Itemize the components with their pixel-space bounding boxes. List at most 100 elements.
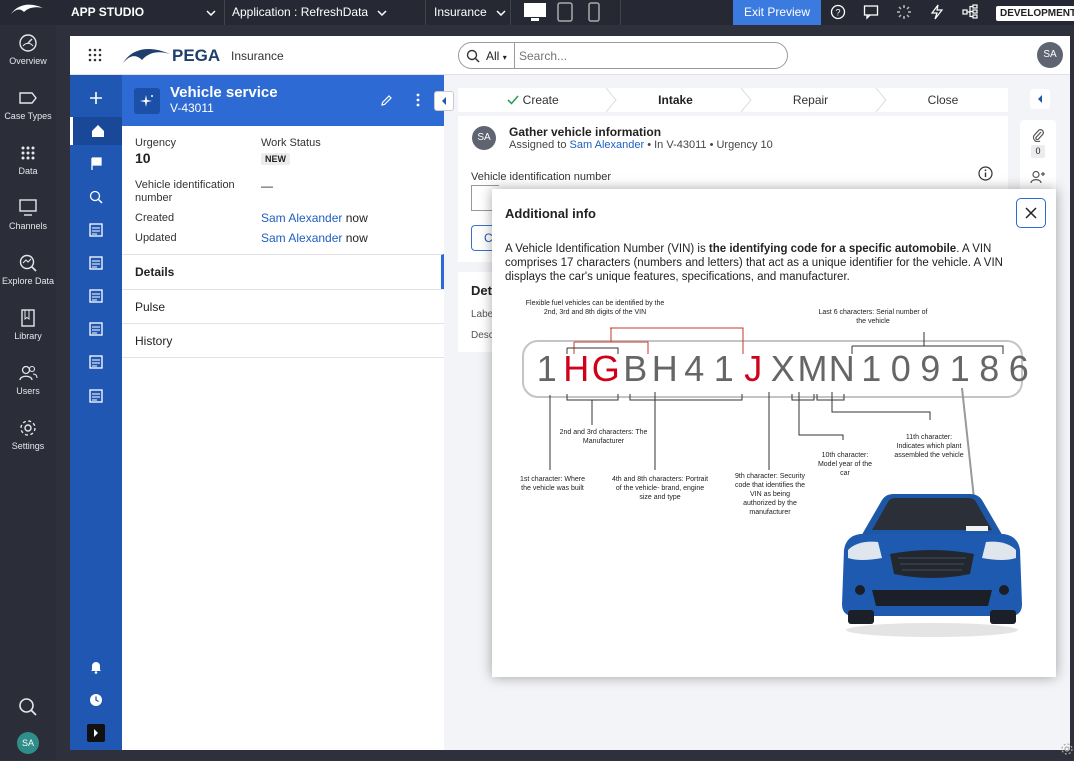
annotation-char-4-8: 4th and 8th characters: Portrait of the … xyxy=(611,476,709,501)
collapse-panel-button[interactable] xyxy=(434,91,454,111)
page-icon[interactable] xyxy=(70,216,122,244)
nav-library[interactable]: Library xyxy=(0,308,56,341)
app-name: Insurance xyxy=(231,49,284,63)
updated-time: now xyxy=(345,231,368,245)
car-illustration xyxy=(842,494,1022,637)
case-summary-panel: Urgency 10 Work Status NEW Vehicle ident… xyxy=(122,126,444,750)
studio-name: APP STUDIO xyxy=(71,5,145,19)
chevron-arrow-icon xyxy=(19,92,37,104)
environment-badge: DEVELOPMENT xyxy=(996,6,1074,21)
case-header: Vehicle service V-43011 xyxy=(122,75,444,126)
studio-sidebar: Overview Case Types Data Channels Explor… xyxy=(0,25,56,760)
studio-menu-chevron[interactable] xyxy=(200,0,216,25)
edit-pencil-icon[interactable] xyxy=(380,94,393,112)
modal-description: A Vehicle Identification Number (VIN) is… xyxy=(505,243,1003,283)
studio-user-avatar[interactable]: SA xyxy=(0,732,56,754)
mobile-preview-icon[interactable] xyxy=(588,0,600,25)
create-icon[interactable] xyxy=(70,84,122,112)
workspace-label: Insurance xyxy=(434,5,487,19)
chat-icon[interactable] xyxy=(863,0,879,25)
avatar: SA xyxy=(472,126,496,150)
explore-icon[interactable] xyxy=(70,183,122,211)
section-pulse[interactable]: Pulse xyxy=(122,289,444,324)
avatar: SA xyxy=(17,732,39,754)
stage-dividers xyxy=(605,88,887,112)
user-avatar[interactable]: SA xyxy=(1037,42,1063,68)
nav-users[interactable]: Users xyxy=(0,363,56,396)
hierarchy-icon[interactable] xyxy=(962,0,978,25)
pega-logo-icon xyxy=(10,0,44,25)
case-id: V-43011 xyxy=(170,101,214,115)
lightning-icon[interactable] xyxy=(930,0,944,25)
vin-label: Vehicle identification number xyxy=(135,179,235,204)
book-icon xyxy=(21,309,35,327)
annotation-last6: Last 6 characters: Serial number of the … xyxy=(818,309,928,325)
exit-preview-button[interactable]: Exit Preview xyxy=(733,0,821,25)
details-row-label: Labe xyxy=(471,309,494,320)
desktop-preview-icon[interactable] xyxy=(522,0,548,25)
flag-icon[interactable] xyxy=(70,150,122,178)
search-chart-icon xyxy=(19,254,37,272)
nav-label: Overview xyxy=(9,56,47,66)
case-title: Vehicle service xyxy=(170,84,278,101)
workspace-selector[interactable]: Insurance xyxy=(434,0,506,25)
expand-rail-icon[interactable] xyxy=(70,719,122,747)
assignment-meta: • In V-43011 • Urgency 10 xyxy=(647,139,773,151)
created-time: now xyxy=(345,211,368,225)
nav-label: Case Types xyxy=(4,111,52,121)
nav-settings[interactable]: Settings xyxy=(0,418,56,451)
assignment-title: Gather vehicle information xyxy=(509,125,662,139)
app-launcher-icon[interactable] xyxy=(88,48,102,67)
created-label: Created xyxy=(135,212,175,224)
info-icon[interactable] xyxy=(978,166,993,186)
nav-channels[interactable]: Channels xyxy=(0,198,56,231)
monitor-icon xyxy=(19,199,37,216)
home-icon[interactable] xyxy=(70,117,122,145)
vin-field-label: Vehicle identification number xyxy=(471,171,612,183)
search-input[interactable] xyxy=(519,46,769,65)
page-icon[interactable] xyxy=(70,348,122,376)
modal-title: Additional info xyxy=(505,206,596,221)
brand-name: PEGA xyxy=(172,46,221,65)
svg-text:?: ? xyxy=(835,8,840,18)
updated-by-link[interactable]: Sam Alexander xyxy=(261,231,342,245)
nav-label: Data xyxy=(18,166,38,176)
section-history[interactable]: History xyxy=(122,323,444,358)
corner-gear-icon[interactable] xyxy=(1060,742,1074,761)
global-search: All ▾ xyxy=(458,42,788,69)
more-actions-icon[interactable] xyxy=(416,93,420,112)
nav-label: Settings xyxy=(11,441,45,451)
stage-bar: Create Intake Repair Close xyxy=(458,88,1008,112)
assignee-link[interactable]: Sam Alexander xyxy=(570,139,645,151)
application-selector[interactable]: Application : RefreshData xyxy=(232,0,387,25)
nav-label: Users xyxy=(16,386,40,396)
assigned-prefix: Assigned to xyxy=(509,139,567,151)
pega-brand-icon xyxy=(122,45,172,70)
work-status-label: Work Status xyxy=(261,137,321,149)
nav-label: Explore Data xyxy=(1,276,55,286)
chevron-left-icon xyxy=(1038,95,1042,103)
nav-case-types[interactable]: Case Types xyxy=(0,88,56,121)
bell-icon[interactable] xyxy=(70,653,122,681)
clock-icon[interactable] xyxy=(70,686,122,714)
expand-utilities-button[interactable] xyxy=(1030,89,1050,109)
nav-data[interactable]: Data xyxy=(0,143,56,176)
gauge-icon xyxy=(19,34,37,52)
page-icon[interactable] xyxy=(70,315,122,343)
section-details[interactable]: Details xyxy=(122,254,444,289)
app-header: PEGA Insurance All ▾ SA xyxy=(70,36,1070,75)
close-button[interactable] xyxy=(1016,198,1046,228)
page-icon[interactable] xyxy=(70,249,122,277)
tablet-preview-icon[interactable] xyxy=(557,0,573,25)
nav-label: Library xyxy=(14,331,42,341)
add-follower-icon[interactable] xyxy=(1030,170,1046,189)
gear-icon xyxy=(20,420,36,436)
created-by-link[interactable]: Sam Alexander xyxy=(261,211,342,225)
page-icon[interactable] xyxy=(70,382,122,410)
help-icon[interactable]: ? xyxy=(830,0,846,25)
search-scope-select[interactable]: All ▾ xyxy=(486,49,507,63)
page-icon[interactable] xyxy=(70,282,122,310)
studio-search-icon[interactable] xyxy=(0,697,56,720)
nav-overview[interactable]: Overview xyxy=(0,33,56,66)
nav-explore-data[interactable]: Explore Data xyxy=(0,253,56,286)
